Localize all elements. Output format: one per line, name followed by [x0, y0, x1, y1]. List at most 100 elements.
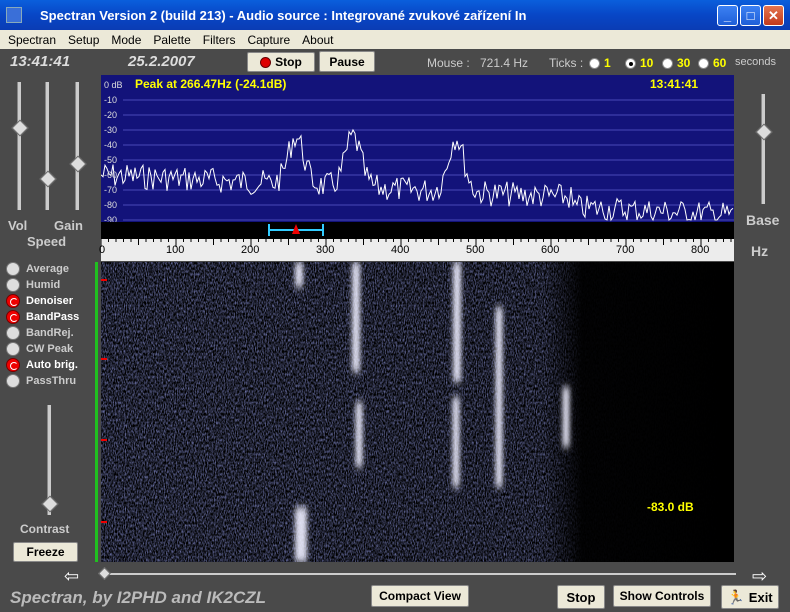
axis-tick-label: 500 — [466, 244, 485, 256]
waterfall-db-readout: -83.0 dB — [647, 500, 694, 514]
spectrum-display[interactable] — [101, 75, 734, 222]
scroll-track[interactable] — [104, 573, 736, 575]
option-bandpass[interactable]: BandPass — [6, 310, 79, 324]
db-tick-label: -70 — [104, 185, 118, 195]
level-bar — [95, 262, 98, 562]
ticks-value-10: 10 — [640, 56, 654, 70]
option-radio-icon — [6, 326, 20, 340]
menu-spectran[interactable]: Spectran — [0, 33, 62, 47]
scroll-left-icon[interactable]: ⇦ — [64, 566, 79, 587]
contrast-label: Contrast — [20, 522, 70, 536]
axis-tick-label: 800 — [691, 244, 710, 256]
ticks-value-60: 60 — [713, 56, 727, 70]
bottom-stop-button[interactable]: Stop — [557, 585, 605, 609]
menu-filters[interactable]: Filters — [197, 33, 242, 47]
base-label: Base — [746, 212, 780, 228]
axis-tick-label: 300 — [316, 244, 335, 256]
clock: 13:41:41 — [10, 53, 71, 70]
spectrum-time: 13:41:41 — [650, 77, 699, 91]
gain-slider-track[interactable] — [75, 82, 79, 210]
option-label: CW Peak — [26, 343, 74, 355]
gain-slider-thumb[interactable] — [69, 155, 87, 173]
record-icon — [260, 56, 272, 68]
status-row: 13:41:41 25.2.2007 Stop Pause Mouse : 72… — [0, 50, 790, 74]
option-radio-icon — [6, 374, 20, 388]
ticks-label: Ticks : — [549, 56, 584, 70]
seconds-label: seconds — [735, 56, 776, 68]
show-controls-button[interactable]: Show Controls — [613, 585, 711, 607]
gain-label: Gain — [54, 218, 83, 233]
option-radio-icon — [6, 342, 20, 356]
db-tick-label: -10 — [104, 95, 118, 105]
option-denoiser[interactable]: Denoiser — [6, 294, 73, 308]
brand-text: Spectran, by I2PHD and IK2CZL — [10, 588, 266, 607]
ticks-value-30: 30 — [677, 56, 691, 70]
option-label: Denoiser — [26, 295, 74, 307]
option-auto-brig[interactable]: Auto brig. — [6, 358, 78, 372]
option-label: BandPass — [26, 311, 80, 323]
db-tick-label: 0 dB — [104, 80, 123, 90]
option-radio-icon — [6, 358, 20, 372]
speed-label: Speed — [27, 234, 67, 249]
axis-tick-label: 400 — [391, 244, 410, 256]
menu-capture[interactable]: Capture — [241, 33, 296, 47]
vol-label: Vol — [8, 218, 28, 233]
scroll-thumb[interactable] — [98, 567, 111, 580]
exit-label: Exit — [748, 589, 773, 605]
axis-tick-label: 600 — [541, 244, 560, 256]
mouse-value: 721.4 Hz — [480, 56, 529, 70]
peak-readout: Peak at 266.47Hz (-24.1dB) — [135, 77, 287, 91]
ticks-radio-60[interactable] — [698, 58, 709, 69]
maximize-button[interactable]: □ — [740, 5, 761, 26]
menu-about[interactable]: About — [296, 33, 339, 47]
option-label: Auto brig. — [26, 359, 78, 371]
db-tick-label: -20 — [104, 110, 118, 120]
stop-button[interactable]: Stop — [247, 52, 315, 72]
waterfall-display[interactable] — [101, 262, 734, 562]
ticks-radio-1[interactable] — [589, 58, 600, 69]
menu-setup[interactable]: Setup — [62, 33, 105, 47]
option-passthru[interactable]: PassThru — [6, 374, 76, 388]
db-tick-label: -60 — [104, 170, 118, 180]
speed-slider-track[interactable] — [45, 82, 49, 210]
option-label: Humid — [26, 279, 61, 291]
menu-palette[interactable]: Palette — [147, 33, 196, 47]
menu-mode[interactable]: Mode — [105, 33, 147, 47]
speed-slider-thumb[interactable] — [39, 170, 57, 188]
frequency-axis — [101, 239, 734, 261]
vol-slider-track[interactable] — [17, 82, 21, 210]
option-radio-icon — [6, 262, 20, 276]
freeze-button[interactable]: Freeze — [13, 542, 78, 562]
pause-button[interactable]: Pause — [319, 51, 375, 72]
contrast-slider-thumb[interactable] — [41, 495, 59, 513]
bandpass-marker-strip[interactable] — [101, 222, 734, 239]
option-cw-peak[interactable]: CW Peak — [6, 342, 73, 356]
stop-label: Stop — [275, 55, 302, 69]
option-label: BandRej. — [26, 327, 74, 339]
db-tick-label: -50 — [104, 155, 118, 165]
option-average[interactable]: Average — [6, 262, 69, 276]
axis-tick-label: 700 — [616, 244, 635, 256]
base-slider-track[interactable] — [761, 94, 765, 204]
scroll-right-icon[interactable]: ⇨ — [752, 566, 767, 587]
ticks-value-1: 1 — [604, 56, 611, 70]
option-humid[interactable]: Humid — [6, 278, 60, 292]
axis-tick-label: 0 — [99, 244, 106, 256]
close-button[interactable]: ✕ — [763, 5, 784, 26]
app-icon[interactable] — [6, 7, 22, 23]
db-tick-label: -30 — [104, 125, 118, 135]
compact-view-button[interactable]: Compact View — [371, 585, 469, 607]
vol-slider-thumb[interactable] — [11, 119, 29, 137]
mouse-label: Mouse : — [427, 56, 470, 70]
axis-tick-label: 200 — [241, 244, 260, 256]
ticks-radio-30[interactable] — [662, 58, 673, 69]
exit-button[interactable]: 🏃 Exit — [721, 585, 779, 609]
db-tick-label: -40 — [104, 140, 118, 150]
minimize-button[interactable]: _ — [717, 5, 738, 26]
hz-label: Hz — [751, 243, 769, 259]
option-bandrej[interactable]: BandRej. — [6, 326, 74, 340]
option-radio-icon — [6, 278, 20, 292]
ticks-radio-10[interactable] — [625, 58, 636, 69]
spectrum-plot — [101, 99, 734, 222]
base-slider-thumb[interactable] — [755, 123, 773, 141]
